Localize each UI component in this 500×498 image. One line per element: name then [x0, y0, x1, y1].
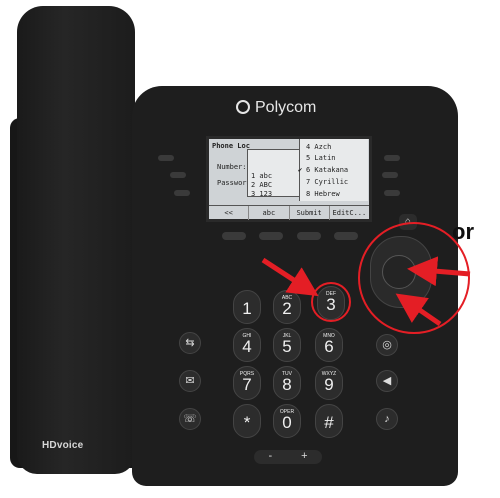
arrow-to-nav-right — [407, 256, 471, 287]
annotation-arrows — [261, 256, 471, 327]
arrow-to-nav-down — [395, 293, 442, 327]
arrow-to-key-3 — [261, 257, 319, 297]
